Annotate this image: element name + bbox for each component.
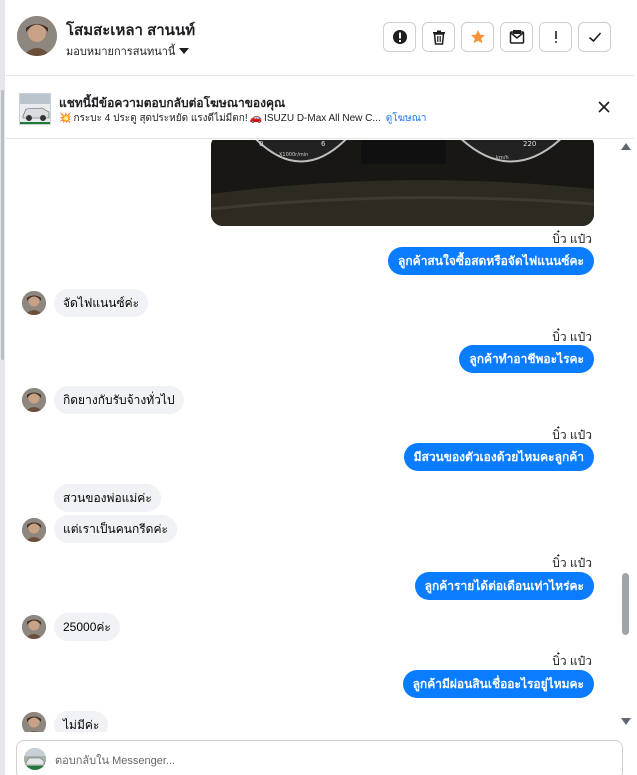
svg-text:X1000r/min: X1000r/min	[279, 152, 308, 158]
scroll-up-arrow-icon[interactable]	[621, 143, 631, 150]
assign-conversation-dropdown[interactable]: มอบหมายการสนทนานี้	[66, 42, 190, 60]
follow-up-button[interactable]	[539, 22, 572, 52]
star-button[interactable]	[461, 22, 494, 52]
contact-name[interactable]: โสมสะเหลา สานนท์	[66, 18, 195, 42]
outgoing-message[interactable]: ลูกค้าสนใจซื้อสดหรือจัดไฟแนนซ์คะ	[388, 247, 594, 275]
seen-by-label: บิ๋ว แป๋ว	[552, 654, 592, 668]
assign-label: มอบหมายการสนทนานี้	[66, 46, 176, 58]
incoming-message[interactable]: 25000ค่ะ	[54, 613, 120, 641]
close-banner-button[interactable]	[596, 99, 612, 115]
incoming-message[interactable]: ไม่มีค่ะ	[54, 711, 109, 732]
left-panel-scroll-handle[interactable]	[1, 90, 4, 360]
incoming-message[interactable]: แต่เราเป็นคนกรีดค่ะ	[54, 515, 177, 543]
ad-subtitle-text: กระบะ 4 ประตู สุดประหยัด แรงดีไม่มีตก!	[73, 113, 248, 124]
contact-avatar-small	[22, 518, 46, 542]
message-list[interactable]: 0 X1000r/min 6 km/h 220 บิ๋ว แป๋ว ลูกค้า…	[6, 140, 618, 732]
svg-text:6: 6	[321, 140, 326, 148]
scrollbar-thumb[interactable]	[622, 573, 629, 635]
message-list-scrollbar[interactable]	[618, 140, 634, 732]
incoming-message[interactable]: กิดยางกับรับจ้างทั่วไป	[54, 386, 184, 414]
incoming-message[interactable]: จัดไฟแนนซ์ค่ะ	[54, 289, 149, 317]
page-avatar	[24, 748, 46, 770]
dashboard-photo: 0 X1000r/min 6 km/h 220	[211, 140, 594, 226]
check-icon	[588, 32, 601, 43]
caret-down-icon	[179, 48, 190, 54]
collision-emoji: 💥	[59, 113, 72, 124]
svg-text:220: 220	[523, 140, 536, 148]
conversation-actions	[383, 22, 611, 52]
contact-avatar-small	[22, 291, 46, 315]
view-ad-link[interactable]: ดูโฆษณา	[386, 111, 427, 126]
contact-avatar-small	[22, 712, 46, 732]
ad-thumbnail[interactable]	[19, 93, 51, 125]
seen-by-label: บิ๋ว แป๋ว	[552, 556, 592, 570]
exclamation-icon	[554, 31, 557, 43]
reply-input[interactable]	[55, 750, 595, 772]
scroll-down-arrow-icon[interactable]	[621, 718, 631, 725]
outgoing-message[interactable]: ลูกค้ารายได้ต่อเดือนเท่าไหร่คะ	[414, 572, 594, 600]
outgoing-message[interactable]: ลูกค้ามีผ่อนสินเชื่ออะไรอยู่ไหมคะ	[402, 670, 594, 698]
outgoing-message[interactable]: มีสวนของตัวเองด้วยไหมคะลูกค้า	[403, 443, 594, 471]
delete-button[interactable]	[422, 22, 455, 52]
svg-text:0: 0	[259, 140, 263, 148]
ad-subtitle: 💥 กระบะ 4 ประตู สุดประหยัด แรงดีไม่มีตก!…	[59, 111, 427, 126]
mark-unread-button[interactable]	[500, 22, 533, 52]
alert-circle-icon	[392, 30, 407, 44]
outgoing-message[interactable]: ลูกค้าทำอาชีพอะไรคะ	[459, 345, 594, 373]
incoming-message[interactable]: สวนของพ่อแม่ค่ะ	[54, 484, 161, 512]
svg-text:km/h: km/h	[496, 155, 509, 161]
contact-avatar-small	[22, 388, 46, 412]
trash-icon	[432, 30, 445, 45]
contact-avatar-small	[22, 615, 46, 639]
done-button[interactable]	[578, 22, 611, 52]
star-icon	[470, 30, 485, 44]
left-panel-edge	[0, 0, 5, 775]
contact-avatar[interactable]	[17, 16, 57, 56]
car-emoji: 🚗	[249, 113, 263, 124]
conversation-header: โสมสะเหลา สานนท์ มอบหมายการสนทนานี้	[6, 0, 634, 76]
image-message[interactable]: 0 X1000r/min 6 km/h 220	[211, 140, 594, 226]
mark-unread-icon	[509, 30, 524, 44]
ad-reply-banner: แชทนี้มีข้อความตอบกลับต่อโฆษณาของคุณ 💥 ก…	[6, 77, 634, 139]
reply-composer	[16, 740, 623, 775]
close-icon	[598, 101, 610, 113]
ad-subtitle-tail: ISUZU D-Max All New C...	[264, 113, 381, 124]
spam-button[interactable]	[383, 22, 416, 52]
